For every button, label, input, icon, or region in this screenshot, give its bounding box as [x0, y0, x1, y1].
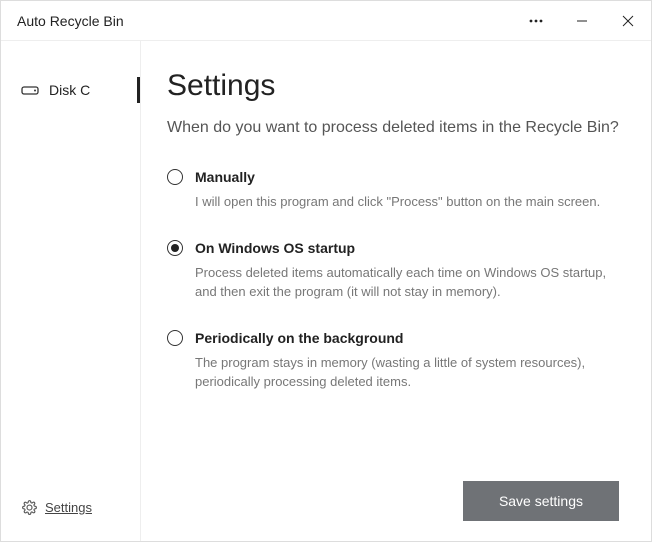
option-label: Manually — [195, 169, 255, 185]
sidebar-item-disk-c[interactable]: Disk C — [1, 71, 140, 109]
option-manually[interactable]: Manually I will open this program and cl… — [167, 169, 619, 212]
window-title: Auto Recycle Bin — [17, 13, 513, 29]
sidebar-settings-link[interactable]: Settings — [1, 489, 140, 529]
minimize-button[interactable] — [559, 1, 605, 41]
page-title: Settings — [167, 69, 619, 103]
option-description: The program stays in memory (wasting a l… — [195, 354, 619, 392]
footer: Save settings — [167, 471, 619, 521]
more-button[interactable] — [513, 1, 559, 41]
option-label: On Windows OS startup — [195, 240, 355, 256]
option-on-startup[interactable]: On Windows OS startup Process deleted it… — [167, 240, 619, 302]
sidebar-settings-label: Settings — [45, 500, 92, 515]
option-periodically[interactable]: Periodically on the background The progr… — [167, 330, 619, 392]
sidebar: Disk C Settings — [1, 41, 141, 541]
close-button[interactable] — [605, 1, 651, 41]
body: Disk C Settings Settings When do you wan… — [1, 41, 651, 541]
radio-periodically[interactable] — [167, 330, 183, 346]
radio-manually[interactable] — [167, 169, 183, 185]
option-label: Periodically on the background — [195, 330, 403, 346]
main-panel: Settings When do you want to process del… — [141, 41, 651, 541]
sidebar-item-label: Disk C — [49, 82, 90, 98]
page-subtitle: When do you want to process deleted item… — [167, 117, 619, 139]
titlebar: Auto Recycle Bin — [1, 1, 651, 41]
radio-on-startup[interactable] — [167, 240, 183, 256]
option-description: Process deleted items automatically each… — [195, 264, 619, 302]
option-description: I will open this program and click "Proc… — [195, 193, 619, 212]
gear-icon — [21, 499, 37, 515]
drive-icon — [21, 81, 39, 99]
save-button[interactable]: Save settings — [463, 481, 619, 521]
